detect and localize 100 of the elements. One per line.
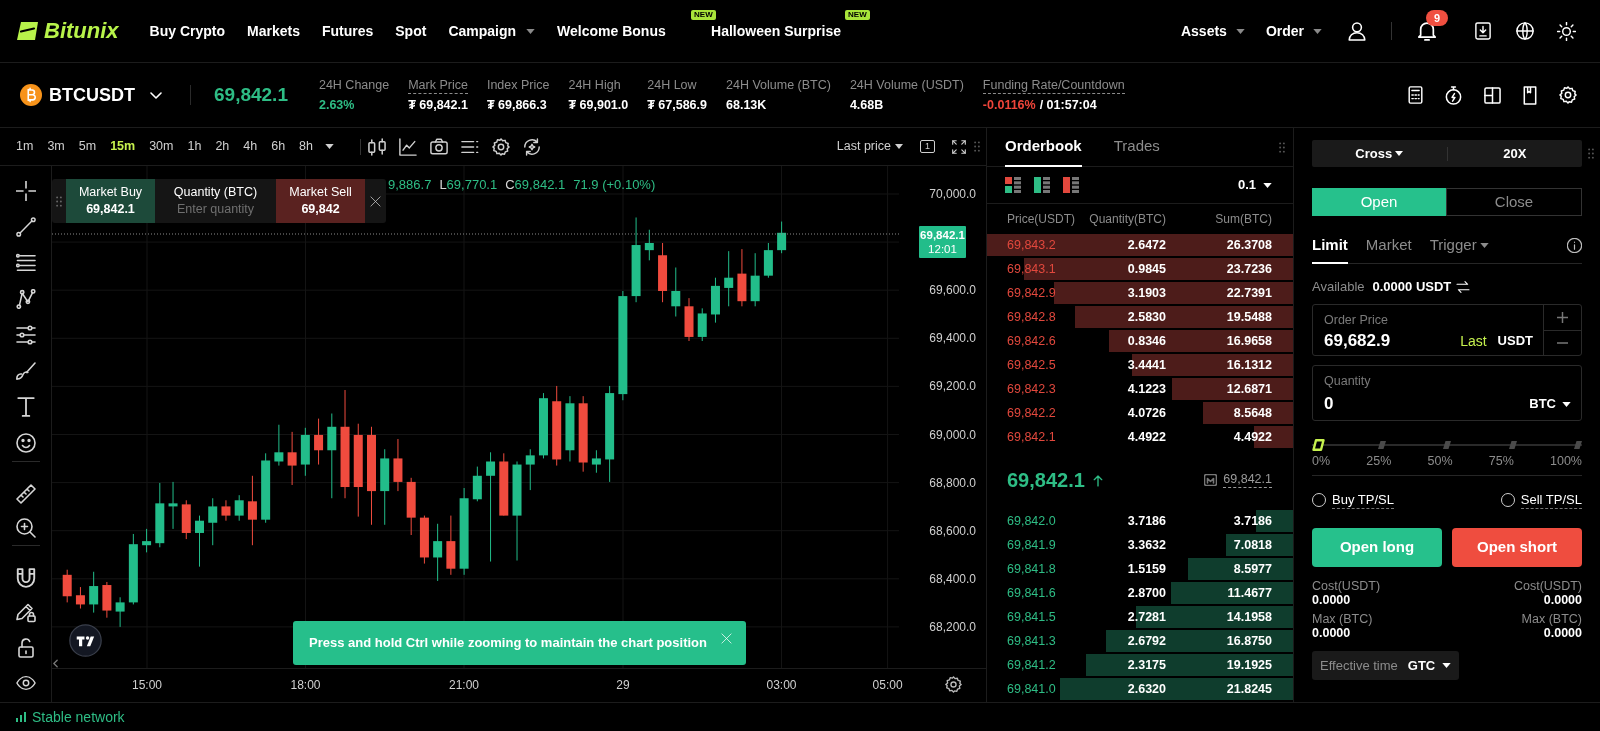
horizontal-lines-icon[interactable] (15, 253, 36, 273)
order-type-tab[interactable]: Limit (1312, 228, 1348, 264)
price-input[interactable]: 69,682.9 (1324, 328, 1461, 354)
zoom-in-icon[interactable] (15, 518, 36, 538)
fullscreen-icon[interactable] (952, 139, 966, 154)
nav-link[interactable]: Buy Crypto (149, 20, 225, 42)
order-type-tab[interactable]: Trigger (1429, 228, 1489, 264)
interval-tab[interactable]: 1m (16, 137, 34, 156)
interval-tab[interactable]: 5m (78, 137, 97, 156)
caret-icon[interactable] (1313, 28, 1322, 34)
slider-step-icon[interactable] (1574, 441, 1582, 449)
slider-handle[interactable] (1312, 439, 1325, 451)
effective-time-dropdown[interactable]: Effective time GTC (1312, 651, 1460, 680)
layout-button[interactable]: 1 (920, 140, 935, 153)
nav-menu[interactable]: Assets (1180, 20, 1227, 42)
tpsl-label[interactable]: Sell TP/SL (1520, 491, 1582, 509)
stat-label[interactable]: Funding Rate/Countdown (982, 77, 1125, 94)
fibonacci-icon[interactable] (15, 325, 36, 345)
brush-icon[interactable] (15, 361, 36, 381)
nav-link[interactable]: Halloween Surprise (711, 20, 841, 42)
indicators-icon[interactable] (461, 139, 479, 154)
drag-handle-icon[interactable] (1279, 141, 1285, 153)
order-row[interactable]: 69,843.2 2.6472 26.3708 (987, 234, 1293, 256)
precision-dropdown[interactable]: 0.1 (1237, 175, 1272, 195)
settings-icon[interactable] (492, 137, 510, 156)
transfer-icon[interactable] (1456, 281, 1471, 293)
market-sell-button[interactable]: Market Sell 69,842 (276, 179, 365, 223)
unlock-icon[interactable] (15, 637, 36, 658)
close-icon[interactable] (370, 195, 381, 207)
caret-icon[interactable] (895, 144, 903, 149)
interval-tab[interactable]: 4h (243, 137, 258, 156)
quantity-field[interactable]: Quantity 0 BTC (1312, 365, 1582, 421)
collapse-icon[interactable] (53, 659, 58, 668)
magnet-icon[interactable] (15, 567, 36, 588)
slider-step-icon[interactable] (1508, 441, 1517, 449)
calculator-icon[interactable] (1408, 86, 1423, 104)
sun-icon[interactable] (1557, 21, 1576, 41)
percent-slider[interactable] (1312, 439, 1582, 451)
drag-handle-icon[interactable] (56, 195, 62, 207)
margin-mode-button[interactable]: Cross (1312, 140, 1447, 167)
nav-menu[interactable]: Order (1265, 20, 1304, 42)
last-price-button[interactable]: Last (1460, 330, 1487, 352)
chevron-down-icon[interactable] (150, 91, 162, 99)
line-chart-icon[interactable] (399, 137, 417, 156)
nav-link[interactable]: Welcome Bonus (557, 20, 666, 42)
drag-handle-icon[interactable] (1588, 148, 1594, 159)
user-icon[interactable] (1348, 21, 1366, 41)
symbol-name[interactable]: BTCUSDT (49, 81, 135, 109)
info-icon[interactable] (1567, 238, 1582, 253)
caret-icon[interactable] (526, 28, 536, 34)
candle-type-icon[interactable] (368, 137, 386, 156)
price-source-dropdown[interactable]: Last price (836, 137, 903, 156)
drag-handle-icon[interactable] (974, 141, 980, 152)
mark-price[interactable]: 69,842.1 (1223, 472, 1272, 488)
pattern-icon[interactable] (15, 289, 36, 309)
interval-tab[interactable]: 15m (110, 137, 136, 156)
bids-view-icon[interactable] (1034, 177, 1050, 193)
settings-icon[interactable] (945, 676, 962, 693)
interval-tab[interactable]: 1h (187, 137, 202, 156)
market-buy-button[interactable]: Market Buy 69,842.1 (66, 179, 155, 223)
pencil-lock-icon[interactable] (15, 602, 36, 623)
caret-icon[interactable] (1442, 663, 1452, 668)
order-price-field[interactable]: Order Price 69,682.9 Last USDT (1312, 304, 1582, 356)
order-type-tab[interactable]: Market (1365, 228, 1412, 264)
caret-icon[interactable] (1562, 401, 1571, 407)
caret-icon[interactable] (1263, 182, 1272, 188)
nav-link[interactable]: Futures (321, 20, 374, 42)
logo-text[interactable]: Bitunix (44, 20, 119, 42)
emoji-icon[interactable] (15, 433, 36, 453)
crosshair-icon[interactable] (15, 181, 36, 201)
caret-icon[interactable] (1235, 28, 1245, 34)
caret-icon[interactable] (325, 144, 334, 149)
tpsl-label[interactable]: Buy TP/SL (1332, 491, 1394, 509)
layout-icon[interactable] (1484, 86, 1501, 104)
globe-icon[interactable] (1516, 22, 1534, 40)
nav-link[interactable]: Campaign (448, 20, 517, 42)
asks-view-icon[interactable] (1063, 177, 1079, 193)
bell-icon[interactable] (1418, 21, 1436, 41)
quantity-input[interactable]: 0 (1324, 391, 1530, 417)
combined-view-icon[interactable] (1005, 177, 1021, 193)
refresh-icon[interactable] (523, 137, 541, 156)
unit-dropdown[interactable]: BTC (1529, 394, 1571, 414)
slider-step-icon[interactable] (1377, 441, 1386, 449)
interval-tab[interactable]: 6h (271, 137, 286, 156)
logo-icon[interactable] (17, 22, 38, 40)
caret-icon[interactable] (1395, 151, 1404, 156)
nav-link[interactable]: Markets (247, 20, 300, 42)
open-short-button[interactable]: Open short (1452, 528, 1582, 567)
text-tool-icon[interactable] (15, 397, 36, 417)
chart-logo-icon[interactable] (69, 624, 102, 657)
leverage-button[interactable]: 20X (1447, 140, 1582, 167)
interval-tab[interactable]: 8h (299, 137, 313, 156)
stat-label[interactable]: Mark Price (408, 77, 468, 94)
interval-tab[interactable]: 30m (149, 137, 174, 156)
slider-step-icon[interactable] (1443, 441, 1451, 449)
interval-tab[interactable]: 2h (215, 137, 230, 156)
camera-icon[interactable] (430, 138, 448, 155)
notebook-icon[interactable] (1523, 85, 1537, 105)
caret-icon[interactable] (1479, 242, 1489, 248)
orderbook-tab[interactable]: Trades (1113, 128, 1160, 167)
